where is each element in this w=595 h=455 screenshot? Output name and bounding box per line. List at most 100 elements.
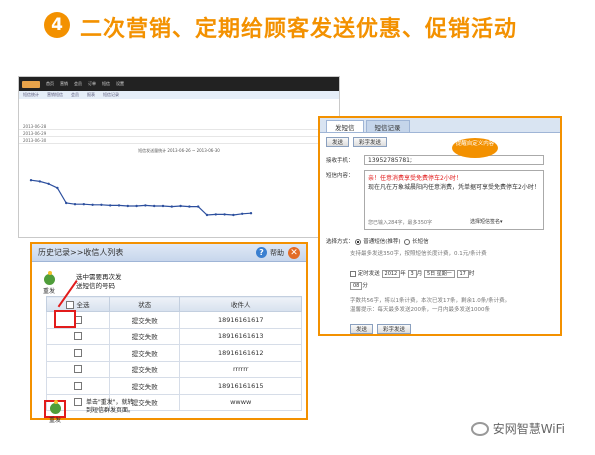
color-send-button[interactable]: 彩字发送 [353,137,388,147]
panel-header: 历史记录>>收信人列表 ? 帮助 ✕ [32,244,306,262]
nav-item[interactable]: 短信 [102,81,110,87]
line-chart [29,179,253,217]
checkbox[interactable] [73,348,82,357]
data-point [65,201,68,205]
sms-compose-panel: 发短信 短信记录 发送 彩字发送 接收手机： 13952785781; 短信内容… [318,116,562,336]
recipient-list-panel: 历史记录>>收信人列表 ? 帮助 ✕ 重发 选中需要再次发 送短信的号码 全选 状… [30,242,308,424]
data-point [161,204,165,208]
table-row: 提交失败 rrrrrr [46,360,302,378]
tab-sms-records[interactable]: 短信记录 [365,120,410,132]
table-row: 提交失败 18916161613 [46,327,302,345]
checkbox[interactable] [73,332,82,341]
data-point [56,186,59,190]
data-point [73,203,77,206]
table-row: 2013-06-28 [19,123,339,130]
step-number-badge: 4 [44,12,70,38]
table-row: 2013-06-29 [19,130,339,137]
radio-long[interactable] [404,238,411,245]
logo [22,80,40,88]
table-row: 2013-06-30 [19,137,339,144]
data-point [170,205,173,208]
data-point [188,205,191,208]
dashboard-tab[interactable]: 短信统计 [23,92,39,98]
bottom-toolbar: 发送 彩字发送 [344,320,417,338]
watermark: 安网智慧WiFi [470,420,565,437]
send-button[interactable]: 发送 [350,324,374,334]
data-point [249,212,253,215]
timed-checkbox[interactable] [350,270,356,277]
resend-button[interactable]: 重发 [40,271,58,295]
data-point [29,179,33,182]
phone-label: 接收手机： [326,158,354,164]
user-icon [49,400,61,414]
data-point [144,204,147,207]
data-point [109,204,112,207]
info-line: 字数共56字，将以1条计费，本次已发17条，剩余1.0条/条计费。 [350,298,511,304]
dashboard-screenshot: 首页 营销 会员 订单 短信 设置 短信统计 营销短信 会员 报表 短信记录 2… [18,76,340,238]
data-point [214,213,217,216]
data-point [38,180,41,183]
help-icon: ? [256,247,267,258]
data-point [82,203,85,206]
nav-item[interactable]: 会员 [74,81,82,87]
nav-item[interactable]: 营销 [60,81,68,87]
checkbox[interactable] [73,398,82,407]
resend-label: 重发 [48,417,61,424]
data-point [241,212,244,215]
column-header: 收件人 [179,296,302,312]
callout-note: 单击"重发"，就转 到短信群发页面。 [86,399,135,414]
message-highlight: 亲！任意消费享受免费停车2小时！ [368,175,462,182]
dashboard-tab[interactable]: 营销短信 [47,92,63,98]
dashboard-topbar: 首页 营销 会员 订单 短信 设置 [19,77,339,91]
phone-input[interactable]: 13952785781; [364,155,544,165]
data-point [47,182,50,185]
content-label: 短信内容： [326,173,354,179]
data-point [197,205,200,208]
char-count: 您已输入284字，最多350字 [368,220,433,226]
column-header: 状态 [108,296,181,312]
table-row: 提交失败 18916161612 [46,344,302,362]
info-line: 温馨提示：每天最多发送200条，一月内最多发送1000条 [350,307,490,313]
minute-select[interactable]: 08 [350,281,363,290]
series-line [30,179,252,216]
help-button[interactable]: ? 帮助 [256,247,284,258]
dashboard-tab[interactable]: 会员 [71,92,79,98]
resend-label: 重发 [42,288,55,295]
checkbox[interactable] [73,381,82,390]
dashboard-tab[interactable]: 短信记录 [103,92,119,98]
recipient-table: 全选 状态 收件人 提交失败 18916161617 提交失败 1891616161… [46,296,302,411]
data-point [126,204,129,208]
data-point [135,204,138,208]
dashboard-tabs: 短信统计 营销短信 会员 报表 短信记录 [19,91,339,99]
year-select[interactable]: 2012 [381,269,401,278]
checkbox[interactable] [66,301,75,309]
color-send-button[interactable]: 彩字发送 [377,324,412,334]
day-select[interactable]: 5日 星期一 [423,269,455,278]
resend-button[interactable]: 重发 [44,400,66,424]
hour-select[interactable]: 17 [456,269,469,278]
send-button[interactable]: 发送 [326,137,350,147]
data-point [223,213,226,216]
wechat-icon [470,421,489,436]
chart-title: 短信发送量统计 2013-06-26 ~ 2013-06-30 [138,148,220,153]
help-label: 帮助 [270,248,284,257]
minute-row: 08 分 [350,281,368,290]
custom-content-bubble: 提醒自定义内容 [452,138,498,158]
data-point [205,213,209,217]
toolbar: 发送 彩字发送 [320,133,560,151]
month-select[interactable]: 3 [407,269,417,278]
data-point [100,203,103,206]
tab-send-sms[interactable]: 发短信 [326,120,364,132]
dashboard-tab[interactable]: 报表 [87,92,95,98]
signature-select[interactable]: 选择短信签名▾ [470,218,503,225]
headline: 二次营销、定期给顾客发送优惠、促销活动 [80,17,518,42]
callout-note: 选中需要再次发 送短信的号码 [76,273,122,290]
nav-item[interactable]: 设置 [116,81,124,87]
schedule-row: 定时发送 2012 年 3月 5日 星期一 17 时 [350,269,474,278]
checkbox[interactable] [73,365,82,374]
close-icon[interactable]: ✕ [288,246,300,259]
table-row: 提交失败 18916161617 [46,311,302,329]
nav-item[interactable]: 订单 [88,81,96,87]
nav-item[interactable]: 首页 [46,81,54,87]
radio-normal[interactable] [355,238,362,245]
